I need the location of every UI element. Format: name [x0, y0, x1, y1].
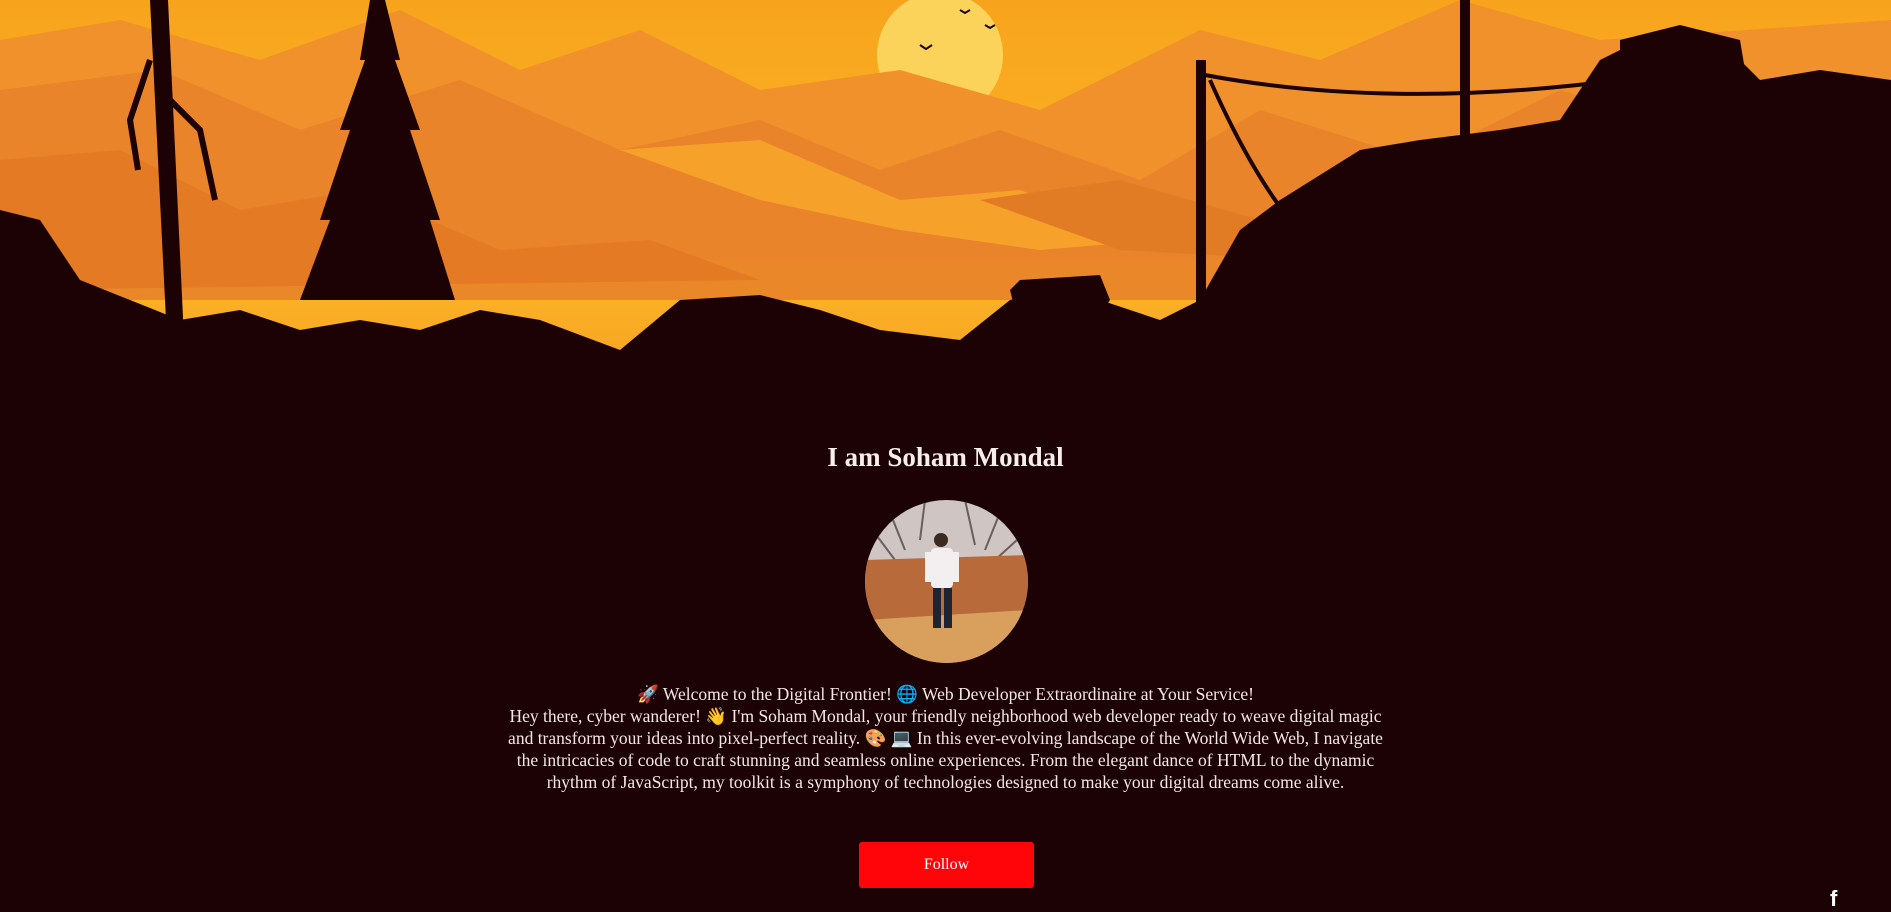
follow-button[interactable]: Follow [859, 842, 1034, 888]
bio-paragraph: Hey there, cyber wanderer! 👋 I'm Soham M… [508, 706, 1383, 792]
avatar [865, 500, 1028, 663]
profile-photo-image [865, 500, 1028, 663]
facebook-icon[interactable]: f [1830, 886, 1850, 911]
profile-section: I am Soham Mondal 🚀 Welcome to the Digit… [0, 0, 1891, 911]
bio-headline: 🚀 Welcome to the Digital Frontier! 🌐 Web… [637, 684, 1254, 704]
bio-text: 🚀 Welcome to the Digital Frontier! 🌐 Web… [505, 683, 1386, 793]
page-title: I am Soham Mondal [827, 442, 1064, 472]
